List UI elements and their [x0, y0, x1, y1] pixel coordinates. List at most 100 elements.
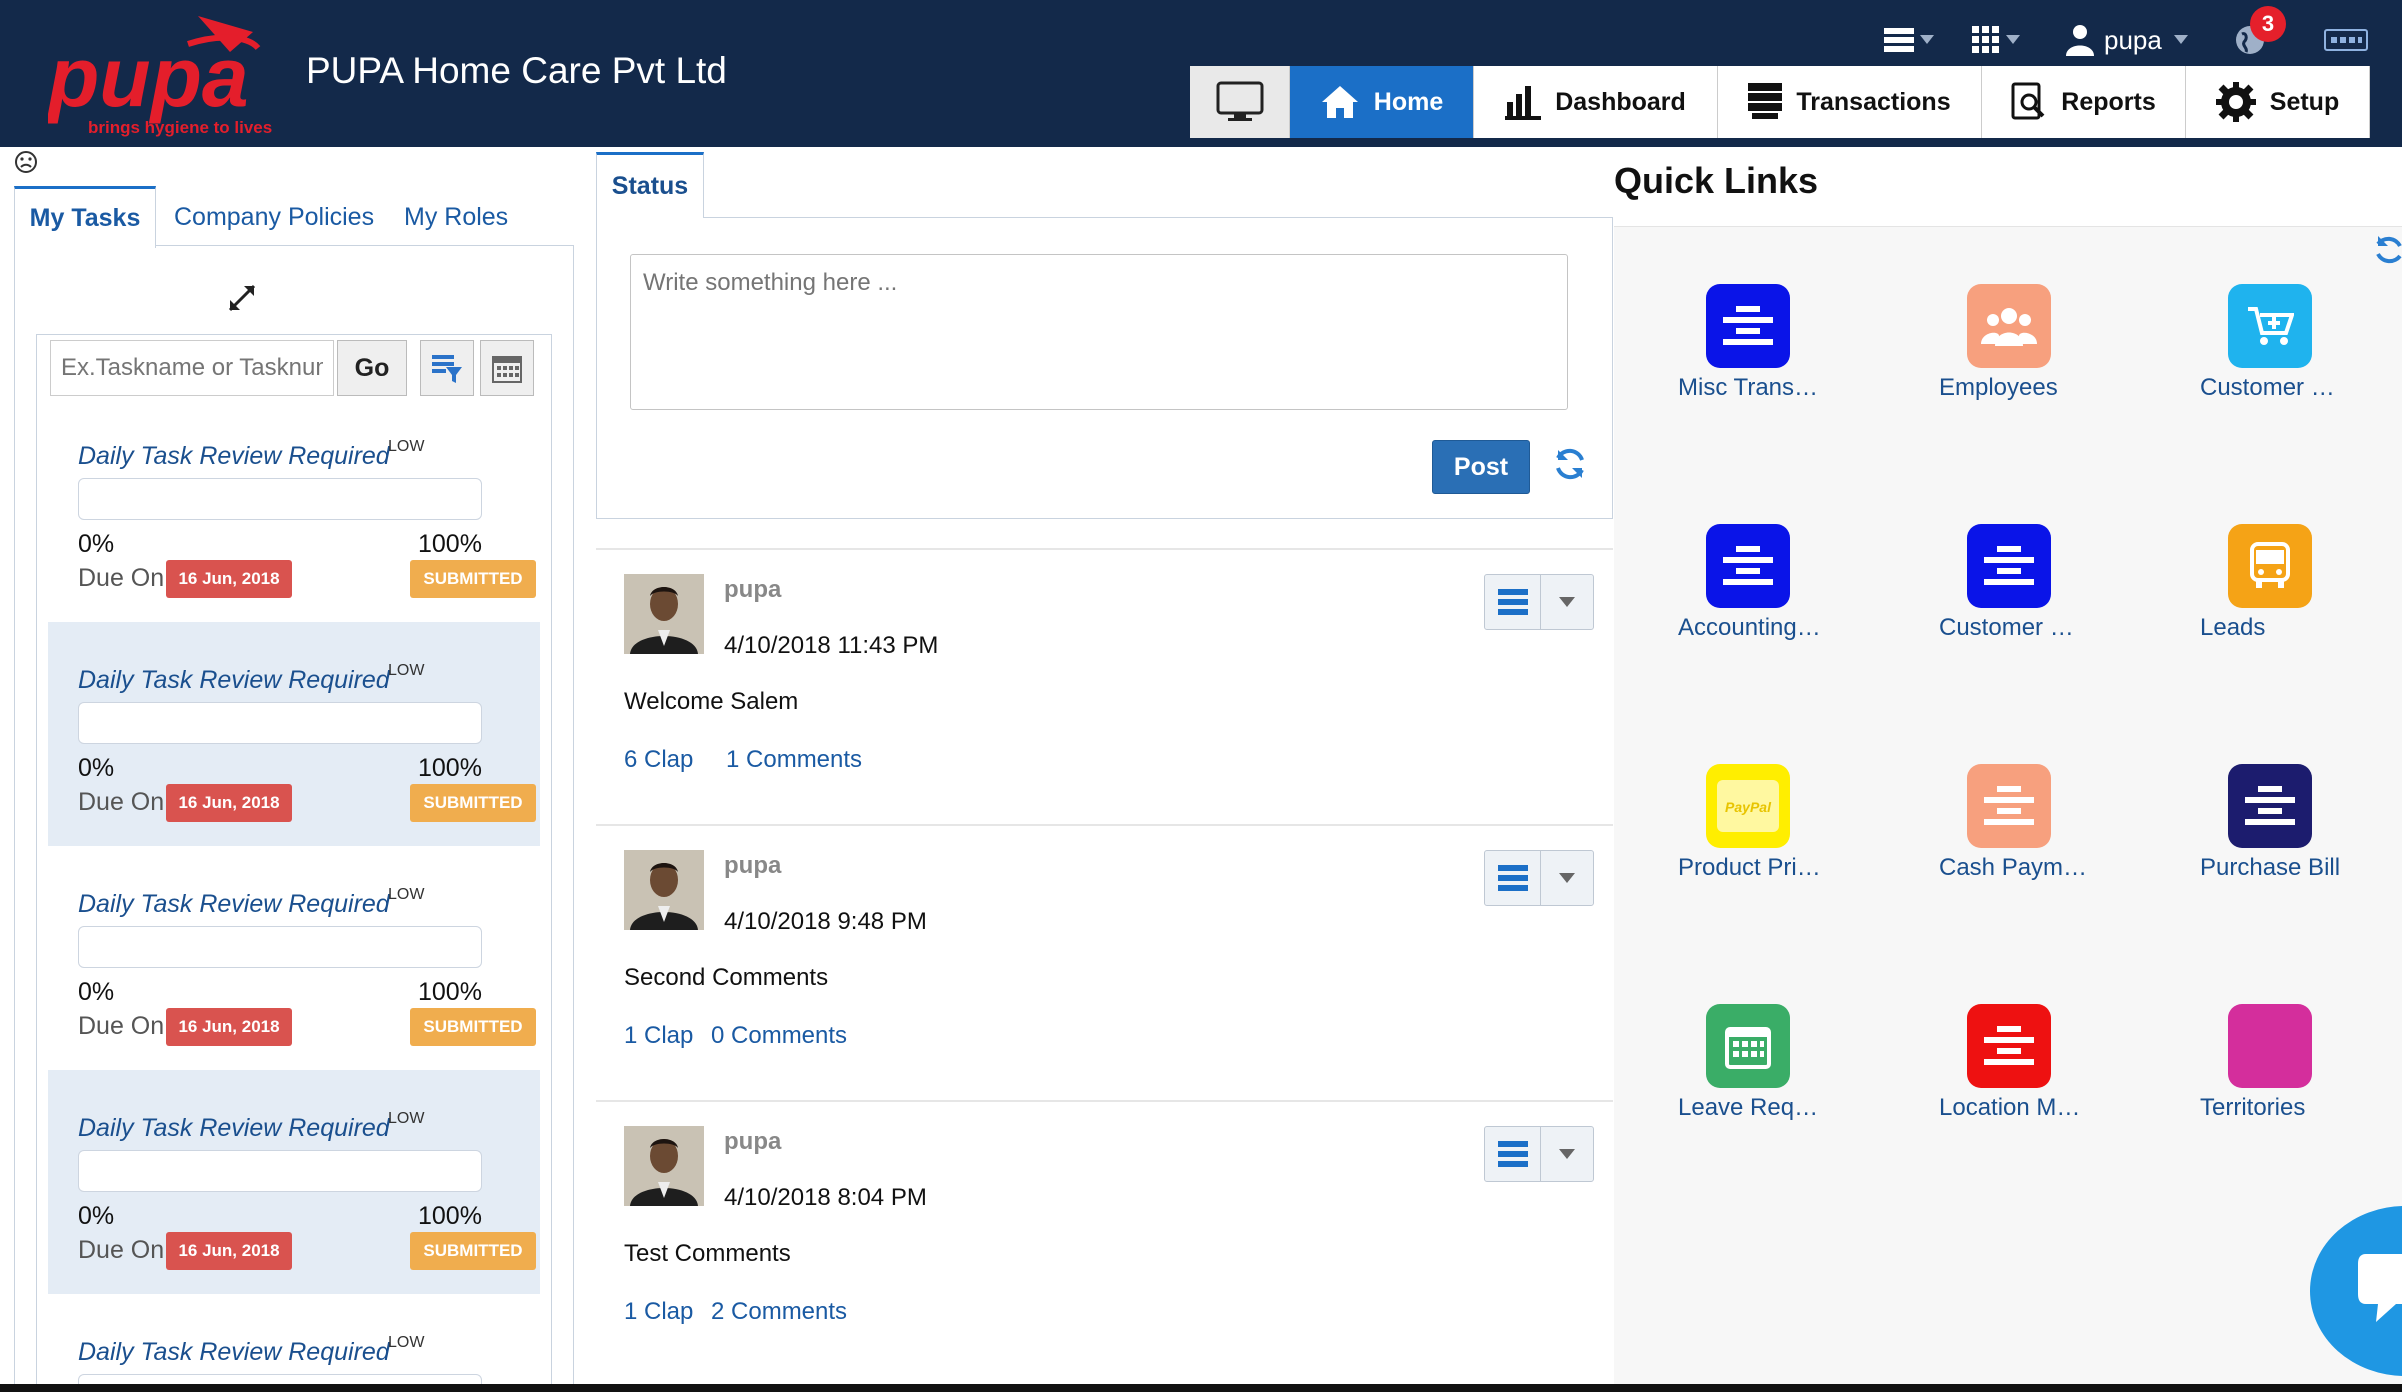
- quick-link-leave-request[interactable]: Leave Req…: [1678, 1004, 1906, 1154]
- task-title[interactable]: Daily Task Review Required: [78, 1114, 390, 1143]
- apps-grid-button[interactable]: [1972, 18, 2020, 62]
- nav-label: Setup: [2269, 87, 2340, 116]
- avatar[interactable]: [624, 574, 704, 654]
- post-user[interactable]: pupa: [724, 576, 781, 604]
- nav-reports[interactable]: Reports: [1982, 66, 2186, 138]
- nav-transactions[interactable]: Transactions: [1718, 66, 1982, 138]
- status-feed: pupa 4/10/2018 11:43 PM Welcome Salem 6 …: [596, 548, 1613, 1392]
- quick-link-customer-2[interactable]: Customer …: [1939, 524, 2167, 674]
- clap-link[interactable]: 6 Clap: [624, 746, 693, 774]
- nav-desktop[interactable]: [1190, 66, 1290, 138]
- quick-link-label: Employees: [1939, 374, 2058, 401]
- post-menu-button[interactable]: [1484, 574, 1594, 630]
- quick-link-customer-1[interactable]: Customer …: [2200, 284, 2402, 434]
- task-item[interactable]: Daily Task Review Required LOW 0% 100% D…: [48, 398, 540, 622]
- filter-button[interactable]: [420, 340, 474, 396]
- user-icon: [2066, 25, 2094, 56]
- task-item[interactable]: Daily Task Review Required LOW 0% 100% D…: [48, 622, 540, 846]
- align-center-icon: [1967, 764, 2051, 848]
- logo-tagline: brings hygiene to lives: [88, 118, 272, 137]
- list-menu-icon: [1884, 28, 1914, 52]
- due-label: Due On: [78, 1012, 165, 1040]
- calendar-button[interactable]: [480, 340, 534, 396]
- status-input[interactable]: [630, 254, 1568, 410]
- expand-icon[interactable]: [226, 282, 258, 314]
- nav-setup[interactable]: Setup: [2186, 66, 2370, 138]
- post-user[interactable]: pupa: [724, 1128, 781, 1156]
- nav-label: Dashboard: [1555, 87, 1686, 116]
- quick-link-cash-payment[interactable]: Cash Paym…: [1939, 764, 2167, 914]
- window-bottom-edge: [0, 1384, 2402, 1392]
- quick-link-location-master[interactable]: Location M…: [1939, 1004, 2167, 1154]
- post-menu-button[interactable]: [1484, 1126, 1594, 1182]
- comments-link[interactable]: 2 Comments: [711, 1298, 847, 1326]
- quick-link-employees[interactable]: Employees: [1939, 284, 2167, 434]
- task-title[interactable]: Daily Task Review Required: [78, 1338, 390, 1367]
- task-search-input[interactable]: [50, 340, 334, 396]
- task-progress-bar: [78, 1374, 482, 1384]
- quick-link-label: Cash Paym…: [1939, 854, 2088, 881]
- task-item[interactable]: Daily Task Review Required LOW 0% 100% D…: [48, 846, 540, 1070]
- chat-icon: [2358, 1254, 2402, 1322]
- quick-link-territories[interactable]: Territories: [2200, 1004, 2402, 1154]
- quick-link-accounting[interactable]: Accounting…: [1678, 524, 1906, 674]
- app: pupa brings hygiene to lives PUPA Home C…: [0, 0, 2402, 1392]
- task-item[interactable]: Daily Task Review Required LOW: [48, 1294, 540, 1384]
- progress-max: 100%: [418, 754, 482, 782]
- nav-home[interactable]: Home: [1290, 66, 1474, 138]
- user-menu[interactable]: pupa: [2066, 18, 2188, 62]
- task-item[interactable]: Daily Task Review Required LOW 0% 100% D…: [48, 1070, 540, 1294]
- users-icon: [1967, 284, 2051, 368]
- progress-min: 0%: [78, 754, 115, 782]
- progress-max: 100%: [418, 1202, 482, 1230]
- go-button[interactable]: Go: [337, 340, 407, 396]
- due-date-badge: 16 Jun, 2018: [166, 1232, 292, 1270]
- tab-my-tasks[interactable]: My Tasks: [14, 186, 156, 248]
- apps-grid-icon: [1972, 26, 1999, 53]
- comments-link[interactable]: 0 Comments: [711, 1022, 847, 1050]
- task-priority: LOW: [388, 1110, 425, 1127]
- paypal-icon: PayPal: [1706, 764, 1790, 848]
- nav-label: Reports: [2061, 87, 2156, 116]
- task-title[interactable]: Daily Task Review Required: [78, 890, 390, 919]
- tab-my-roles[interactable]: My Roles: [404, 186, 508, 248]
- list-menu-button[interactable]: [1884, 18, 1934, 62]
- tab-company-policies[interactable]: Company Policies: [174, 186, 374, 248]
- progress-min: 0%: [78, 978, 115, 1006]
- task-progress-bar: [78, 478, 482, 520]
- post-timestamp: 4/10/2018 11:43 PM: [724, 632, 939, 659]
- quick-link-product-price[interactable]: PayPal Product Pri…: [1678, 764, 1906, 914]
- post-menu-button[interactable]: [1484, 850, 1594, 906]
- svg-text:pupa: pupa: [48, 30, 249, 124]
- pupa-logo[interactable]: pupa brings hygiene to lives: [48, 14, 298, 138]
- quick-link-misc-transactions[interactable]: Misc Trans…: [1678, 284, 1906, 434]
- caret-down-icon: [2173, 35, 2188, 44]
- avatar[interactable]: [624, 850, 704, 930]
- clap-link[interactable]: 1 Clap: [624, 1022, 693, 1050]
- refresh-icon[interactable]: [2374, 232, 2402, 268]
- square-icon: [2228, 1004, 2312, 1088]
- svg-text:PayPal: PayPal: [1725, 799, 1772, 815]
- task-progress-bar: [78, 926, 482, 968]
- task-title[interactable]: Daily Task Review Required: [78, 666, 390, 695]
- stack-icon: [1748, 83, 1783, 119]
- task-progress-bar: [78, 1150, 482, 1192]
- avatar[interactable]: [624, 1126, 704, 1206]
- refresh-icon[interactable]: [1552, 446, 1588, 482]
- tab-status[interactable]: Status: [596, 152, 704, 218]
- clap-link[interactable]: 1 Clap: [624, 1298, 693, 1326]
- quick-link-leads[interactable]: Leads: [2200, 524, 2402, 674]
- task-title[interactable]: Daily Task Review Required: [78, 442, 390, 471]
- quick-link-purchase-bill[interactable]: Purchase Bill: [2200, 764, 2402, 914]
- post-button[interactable]: Post: [1432, 440, 1530, 494]
- nav-dashboard[interactable]: Dashboard: [1474, 66, 1718, 138]
- keyboard-button[interactable]: [2324, 18, 2368, 62]
- align-center-icon: [2228, 764, 2312, 848]
- quick-link-label: Location M…: [1939, 1094, 2081, 1121]
- post-user[interactable]: pupa: [724, 852, 781, 880]
- due-label: Due On: [78, 1236, 165, 1264]
- bar-chart-icon: [1505, 86, 1542, 120]
- cart-icon: [2228, 284, 2312, 368]
- post-text: Test Comments: [624, 1240, 791, 1267]
- comments-link[interactable]: 1 Comments: [726, 746, 862, 774]
